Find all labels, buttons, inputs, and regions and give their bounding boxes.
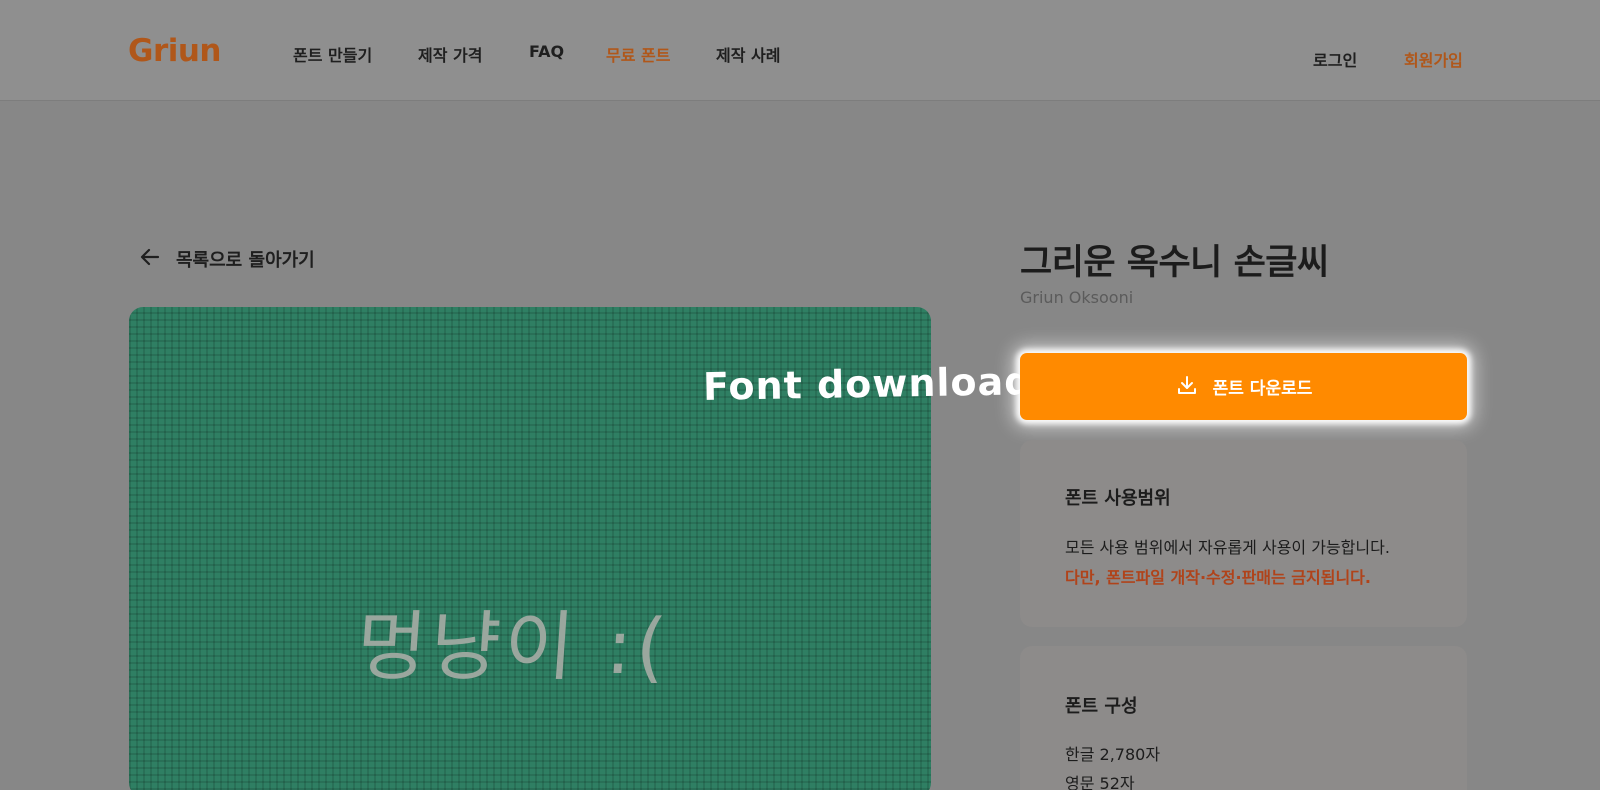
login-link[interactable]: 로그인 <box>1313 47 1357 71</box>
site-header: Griun 폰트 만들기 제작 가격 FAQ 무료 폰트 제작 사례 로그인 회… <box>0 0 1600 101</box>
logo[interactable]: Griun <box>128 33 222 69</box>
nav-make-font[interactable]: 폰트 만들기 <box>293 42 372 66</box>
nav-free-fonts[interactable]: 무료 폰트 <box>606 42 670 66</box>
composition-korean: 한글 2,780자 <box>1065 745 1161 764</box>
font-subtitle: Griun Oksooni <box>1020 288 1134 307</box>
usage-restriction: 다만, 폰트파일 개작·수정·판매는 금지됩니다. <box>1065 568 1371 587</box>
usage-scope-card: 폰트 사용범위 모든 사용 범위에서 자유롭게 사용이 가능합니다. 다만, 폰… <box>1020 440 1467 627</box>
preview-sample-text: 멍냥이 :( <box>353 602 673 691</box>
download-label: 폰트 다운로드 <box>1212 379 1313 399</box>
composition-title: 폰트 구성 <box>1065 696 1138 717</box>
arrow-left-icon <box>138 245 162 273</box>
back-label: 목록으로 돌아가기 <box>176 250 315 271</box>
composition-english: 영문 52자 <box>1065 774 1135 790</box>
back-to-list-link[interactable]: 목록으로 돌아가기 <box>138 245 315 273</box>
signup-link[interactable]: 회원가입 <box>1404 47 1463 71</box>
download-icon <box>1175 373 1199 401</box>
font-download-button[interactable]: 폰트 다운로드 <box>1020 353 1467 420</box>
font-title: 그리운 옥수니 손글씨 <box>1020 243 1329 283</box>
font-composition-card: 폰트 구성 한글 2,780자 영문 52자 <box>1020 646 1467 790</box>
nav-pricing[interactable]: 제작 가격 <box>418 42 482 66</box>
nav-cases[interactable]: 제작 사례 <box>716 42 780 66</box>
nav-faq[interactable]: FAQ <box>529 42 564 61</box>
usage-description: 모든 사용 범위에서 자유롭게 사용이 가능합니다. <box>1065 538 1390 557</box>
font-download-callout: Font download <box>702 359 1033 409</box>
usage-title: 폰트 사용범위 <box>1065 488 1171 509</box>
